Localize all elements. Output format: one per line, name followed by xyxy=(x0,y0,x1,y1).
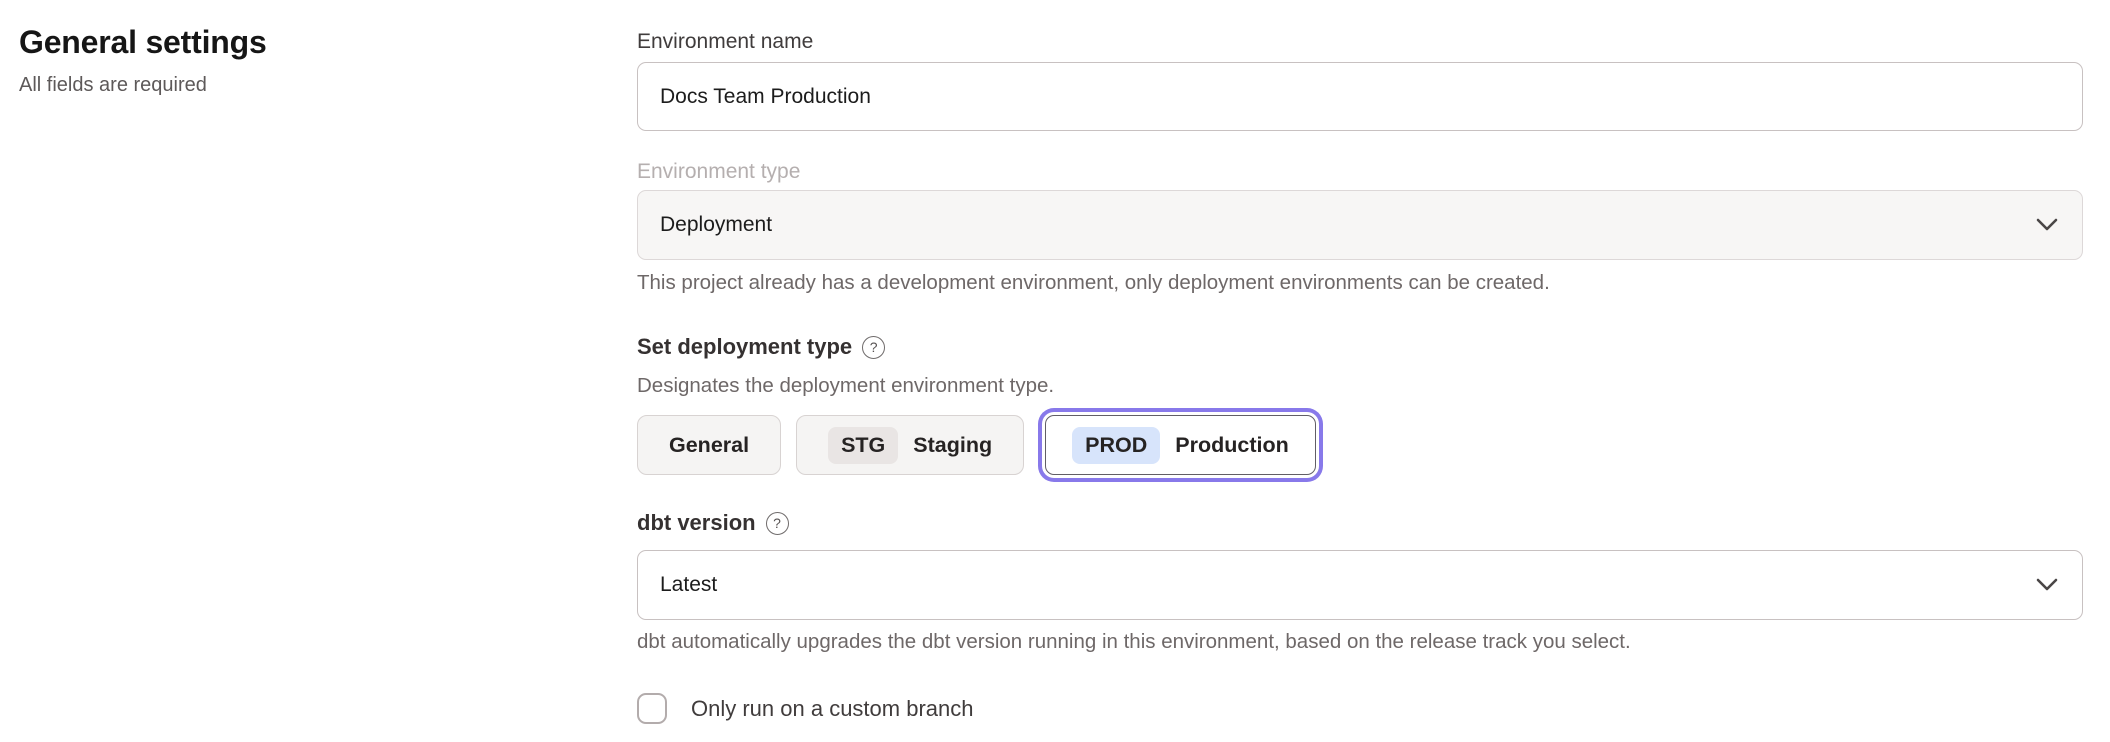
custom-branch-checkbox[interactable] xyxy=(637,693,667,724)
staging-badge: STG xyxy=(828,427,898,464)
deployment-type-options: General STG Staging PROD Production xyxy=(637,415,2083,475)
environment-name-label: Environment name xyxy=(637,30,2083,53)
deployment-type-helper: Designates the deployment environment ty… xyxy=(637,374,2083,397)
option-label: Staging xyxy=(913,433,992,458)
deployment-type-option-production[interactable]: PROD Production xyxy=(1045,415,1316,475)
dbt-version-select[interactable]: Latest xyxy=(637,550,2083,620)
option-label: General xyxy=(669,433,749,458)
general-settings-form: Environment name Environment type Deploy… xyxy=(637,30,2083,724)
settings-header: General settings All fields are required xyxy=(19,22,579,97)
page-title: General settings xyxy=(19,22,579,62)
chevron-down-icon xyxy=(2036,578,2058,592)
deployment-type-option-staging[interactable]: STG Staging xyxy=(796,415,1024,475)
environment-type-value: Deployment xyxy=(660,213,772,237)
help-icon[interactable]: ? xyxy=(766,512,789,535)
deployment-type-option-general[interactable]: General xyxy=(637,415,781,475)
option-label: Production xyxy=(1175,433,1288,458)
environment-type-label: Environment type xyxy=(637,160,2083,183)
help-icon[interactable]: ? xyxy=(862,336,885,359)
deployment-type-section-label: Set deployment type ? xyxy=(637,335,2083,359)
custom-branch-label: Only run on a custom branch xyxy=(691,696,973,722)
dbt-version-label: dbt version xyxy=(637,511,756,535)
production-badge: PROD xyxy=(1072,427,1160,464)
page-subtitle: All fields are required xyxy=(19,73,579,97)
chevron-down-icon xyxy=(2036,218,2058,232)
dbt-version-section-label: dbt version ? xyxy=(637,511,2083,535)
environment-name-input[interactable] xyxy=(637,62,2083,131)
dbt-version-helper: dbt automatically upgrades the dbt versi… xyxy=(637,630,2083,653)
custom-branch-row: Only run on a custom branch xyxy=(637,693,2083,724)
environment-type-helper: This project already has a development e… xyxy=(637,271,2083,294)
environment-type-select: Deployment xyxy=(637,190,2083,260)
dbt-version-value: Latest xyxy=(660,573,717,597)
deployment-type-label: Set deployment type xyxy=(637,335,852,359)
